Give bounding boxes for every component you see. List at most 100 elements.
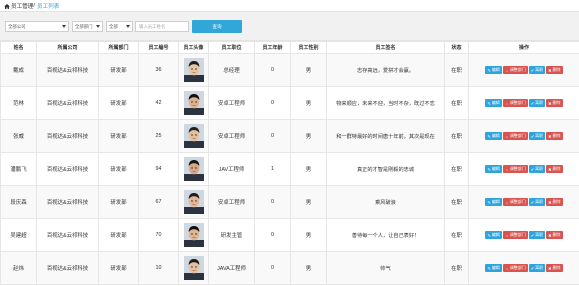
breadcrumb-root[interactable]: 员工管理 [11,2,33,10]
resign-button[interactable]: ✔ 离职 [528,165,546,173]
row-actions: ✎ 编辑 ⇔ 调整部门 ✔ 离职 ✖ 删除 [470,99,579,107]
edit-button[interactable]: ✎ 编辑 [485,165,502,173]
query-button[interactable]: 查询 [192,20,242,33]
home-icon[interactable] [4,3,10,9]
row-actions: ✎ 编辑 ⇔ 调整部门 ✔ 离职 ✖ 删除 [470,132,579,140]
cell-status: 在职 [444,86,469,120]
delete-button[interactable]: ✖ 删除 [546,198,563,206]
quit-icon: ✔ [530,265,535,271]
edit-icon: ✎ [487,67,491,73]
cell-department: 研发部 [98,119,139,153]
row-actions: ✎ 编辑 ⇔ 调整部门 ✔ 离职 ✖ 删除 [470,165,579,173]
cell-name: 段庆森 [0,185,37,219]
cell-age: 0 [254,218,291,252]
resign-button[interactable]: ✔ 离职 [528,132,546,140]
chevron-down-icon [62,25,66,28]
cell-gender: 男 [290,86,327,120]
table-row: 潘鹏飞 百视达&云祁科技 研发部 94 JAV工程师 1 男真正的才智是刚毅的忠诚 在职 ✎ 编辑… [0,152,579,186]
avatar-photo [183,223,204,247]
resign-button[interactable]: ✔ 离职 [528,198,546,206]
header-name: 姓名 [0,41,37,54]
cell-avatar [178,218,209,252]
cell-gender: 男 [290,218,327,252]
quit-icon: ✔ [530,166,535,172]
move-label: 调整部门 [509,166,526,171]
header-employee-no: 员工编号 [138,41,179,54]
edit-button[interactable]: ✎ 编辑 [485,132,502,140]
cell-gender: 男 [290,185,327,219]
quit-label: 离职 [535,133,544,138]
cell-status: 在职 [444,119,469,153]
cell-actions: ✎ 编辑 ⇔ 调整部门 ✔ 离职 ✖ 删除 [468,185,579,219]
quit-icon: ✔ [530,67,535,73]
header-gender: 员工性别 [290,41,327,54]
edit-label: 编辑 [491,265,500,270]
delete-label: 删除 [552,166,561,171]
cell-department: 研发部 [98,185,139,219]
move-department-button[interactable]: ⇔ 调整部门 [502,165,528,173]
company-select[interactable]: 全部公司 [5,21,69,32]
move-label: 调整部门 [509,265,526,270]
cell-position: JAV工程师 [208,152,255,186]
move-label: 调整部门 [509,67,526,72]
name-search-placeholder: 输入员工姓名 [139,24,166,29]
delete-button[interactable]: ✖ 删除 [546,264,563,272]
cell-avatar [178,185,209,219]
edit-label: 编辑 [491,232,500,237]
row-actions: ✎ 编辑 ⇔ 调整部门 ✔ 离职 ✖ 删除 [470,264,579,272]
avatar-photo [183,124,204,148]
move-icon: ⇔ [504,166,509,172]
edit-label: 编辑 [491,67,500,72]
delete-label: 删除 [552,100,561,105]
cell-company: 百视达&云祁科技 [36,119,99,153]
delete-icon: ✖ [548,232,552,238]
edit-button[interactable]: ✎ 编辑 [485,198,502,206]
edit-button[interactable]: ✎ 编辑 [485,264,502,272]
quit-label: 离职 [535,100,544,105]
move-department-button[interactable]: ⇔ 调整部门 [502,66,528,74]
delete-button[interactable]: ✖ 删除 [546,132,563,140]
delete-label: 删除 [552,199,561,204]
cell-employee-no: 94 [138,152,179,186]
cell-age: 1 [254,152,291,186]
cell-employee-no: 36 [138,53,179,87]
cell-actions: ✎ 编辑 ⇔ 调整部门 ✔ 离职 ✖ 删除 [468,251,579,285]
cell-department: 研发部 [98,218,139,252]
edit-button[interactable]: ✎ 编辑 [485,99,502,107]
row-actions: ✎ 编辑 ⇔ 调整部门 ✔ 离职 ✖ 删除 [470,66,579,74]
move-department-button[interactable]: ⇔ 调整部门 [502,198,528,206]
delete-icon: ✖ [548,166,552,172]
move-department-button[interactable]: ⇔ 调整部门 [502,264,528,272]
move-department-button[interactable]: ⇔ 调整部门 [502,99,528,107]
cell-actions: ✎ 编辑 ⇔ 调整部门 ✔ 离职 ✖ 删除 [468,86,579,120]
company-select-value: 全部公司 [8,24,26,29]
edit-button[interactable]: ✎ 编辑 [485,66,502,74]
cell-signature: 和一群特最好的时间唐十年前，其次是现在 [326,119,445,153]
resign-button[interactable]: ✔ 离职 [528,99,546,107]
cell-gender: 男 [290,251,327,285]
department-select[interactable]: 全部部门 [72,21,103,32]
resign-button[interactable]: ✔ 离职 [528,231,546,239]
delete-label: 删除 [552,265,561,270]
delete-button[interactable]: ✖ 删除 [546,231,563,239]
resign-button[interactable]: ✔ 离职 [528,264,546,272]
cell-company: 百视达&云祁科技 [36,251,99,285]
quit-icon: ✔ [530,100,535,106]
gender-select[interactable]: 全部 [106,21,133,32]
resign-button[interactable]: ✔ 离职 [528,66,546,74]
move-department-button[interactable]: ⇔ 调整部门 [502,231,528,239]
edit-button[interactable]: ✎ 编辑 [485,231,502,239]
cell-gender: 男 [290,53,327,87]
delete-button[interactable]: ✖ 删除 [546,99,563,107]
edit-label: 编辑 [491,133,500,138]
name-search-input[interactable]: 输入员工姓名 [135,21,189,32]
move-department-button[interactable]: ⇔ 调整部门 [502,132,528,140]
delete-button[interactable]: ✖ 删除 [546,66,563,74]
cell-employee-no: 70 [138,218,179,252]
delete-label: 删除 [552,232,561,237]
delete-button[interactable]: ✖ 删除 [546,165,563,173]
edit-icon: ✎ [487,199,491,205]
move-label: 调整部门 [509,232,526,237]
cell-actions: ✎ 编辑 ⇔ 调整部门 ✔ 离职 ✖ 删除 [468,218,579,252]
cell-employee-no: 10 [138,251,179,285]
